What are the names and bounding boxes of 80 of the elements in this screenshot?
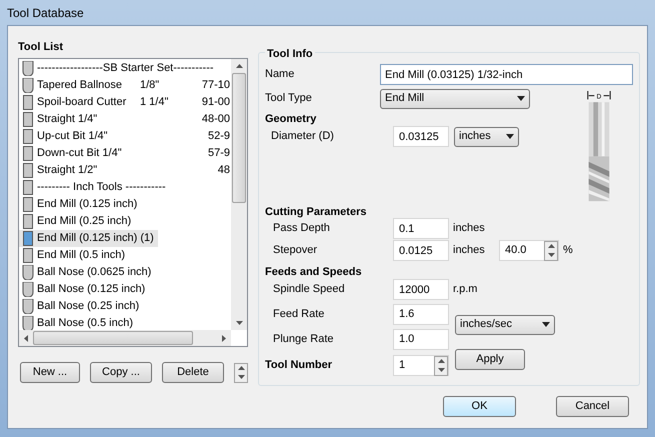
name-label: Name [265, 67, 296, 82]
ballnose-bit-icon [22, 61, 34, 76]
diameter-label: Diameter (D) [270, 129, 335, 144]
stepover-label: Stepover [272, 243, 318, 258]
pass-depth-field[interactable]: 0.1 [393, 218, 449, 239]
end-mill-bit-icon [22, 129, 34, 144]
horizontal-scrollbar[interactable] [19, 330, 231, 346]
end-mill-bit-icon [22, 95, 34, 110]
plunge-rate-field[interactable]: 1.0 [393, 328, 449, 350]
caret-icon [542, 322, 550, 327]
end-mill-bit-icon [22, 146, 34, 161]
percent-label: % [563, 243, 573, 258]
end-mill-bit-icon [22, 112, 34, 127]
end-mill-bit-icon [22, 248, 34, 263]
scroll-right-arrow-icon[interactable] [221, 334, 227, 342]
geometry-heading: Geometry [265, 112, 318, 124]
spindle-speed-label: Spindle Speed [272, 282, 346, 298]
caret-icon [506, 134, 514, 139]
tool-list-heading: Tool List [18, 40, 64, 55]
ballnose-bit-icon [22, 316, 34, 330]
end-mill-bit-icon [22, 231, 34, 246]
pass-depth-label: Pass Depth [272, 221, 331, 236]
rate-unit-dropdown[interactable]: inches/sec [455, 314, 555, 334]
ballnose-bit-icon [22, 282, 34, 297]
tool-list-item[interactable]: --------- Inch Tools ----------- [19, 179, 231, 196]
tool-list-item[interactable]: Ball Nose (0.25 inch) [19, 298, 231, 315]
stepover-field[interactable]: 0.0125 [393, 240, 449, 261]
ballnose-bit-icon [22, 299, 34, 314]
copy-button[interactable]: Copy ... [90, 362, 152, 383]
unit-label: inches [453, 243, 486, 258]
ok-button[interactable]: OK [443, 396, 516, 417]
move-spinner[interactable] [234, 362, 248, 382]
tool-type-label: Tool Type [265, 91, 313, 106]
tool-number-spinner[interactable] [434, 356, 448, 376]
vertical-scrollbar[interactable] [231, 59, 247, 330]
tool-list-item[interactable]: Down-cut Bit 1/4" 57-9 [19, 145, 231, 162]
tool-list-item[interactable]: Up-cut Bit 1/4" 52-9 [19, 128, 231, 145]
unit-label: inches [453, 221, 485, 236]
tool-list-item[interactable]: End Mill (0.25 inch) [19, 213, 231, 230]
scroll-down-arrow-icon[interactable] [236, 320, 242, 326]
scroll-up-arrow-icon[interactable] [236, 63, 242, 69]
rpm-label: r.p.m [453, 282, 478, 298]
tool-list-item[interactable]: End Mill (0.125 inch) [19, 196, 231, 213]
end-mill-bit-icon [22, 180, 34, 195]
scroll-left-arrow-icon[interactable] [23, 334, 29, 342]
tool-list-item[interactable]: End Mill (0.5 inch) [19, 247, 231, 264]
tool-list-item[interactable]: Straight 1/4" 48-00 [19, 111, 231, 128]
tool-number-field[interactable]: 1 [393, 355, 449, 376]
caret-icon [517, 96, 525, 101]
stepover-percent-field[interactable]: 40.0 [499, 240, 559, 261]
ballnose-bit-icon [22, 78, 34, 93]
diameter-field[interactable]: 0.03125 [393, 126, 449, 147]
tool-list-item[interactable]: Spoil-board Cutter 1 1/4" 91-00 [19, 94, 231, 111]
tool-list-item[interactable]: ------------------SB Starter Set----------- [19, 60, 231, 77]
end-mill-bit-icon [22, 163, 34, 178]
tool-list-item[interactable]: End Mill (0.125 inch) (1) [19, 230, 158, 247]
delete-button[interactable]: Delete [162, 362, 224, 383]
end-mill-bit-icon [22, 214, 34, 229]
diameter-unit-dropdown[interactable]: inches [454, 126, 519, 146]
tool-number-label: Tool Number [265, 358, 334, 374]
tool-list-item[interactable]: Ball Nose (0.125 inch) [19, 281, 231, 298]
new-button[interactable]: New ... [20, 362, 80, 383]
cancel-button[interactable]: Cancel [556, 396, 629, 417]
spindle-speed-field[interactable]: 12000 [393, 279, 449, 300]
plunge-rate-label: Plunge Rate [272, 332, 335, 347]
end-mill-bit-icon [22, 197, 34, 212]
tool-list-item[interactable]: Ball Nose (0.0625 inch) [19, 264, 231, 281]
feed-rate-field[interactable]: 1.6 [393, 304, 449, 324]
apply-button[interactable]: Apply [455, 348, 525, 370]
window-title: Tool Database [7, 4, 84, 22]
stepover-spinner[interactable] [544, 240, 558, 260]
tool-list-item[interactable]: Tapered Ballnose 1/8" 77-10 [19, 77, 231, 94]
cutting-parameters-heading: Cutting Parameters [265, 204, 368, 218]
tool-list-item[interactable]: Straight 1/2" 48 [19, 162, 231, 179]
tool-list-item[interactable]: Ball Nose (0.5 inch) [19, 315, 231, 330]
feed-rate-label: Feed Rate [272, 306, 326, 322]
tool-type-dropdown[interactable]: End Mill [380, 88, 530, 108]
feeds-and-speeds-heading: Feeds and Speeds [265, 264, 363, 278]
name-field[interactable]: End Mill (0.03125) 1/32-inch [380, 64, 633, 85]
ballnose-bit-icon [22, 265, 34, 280]
